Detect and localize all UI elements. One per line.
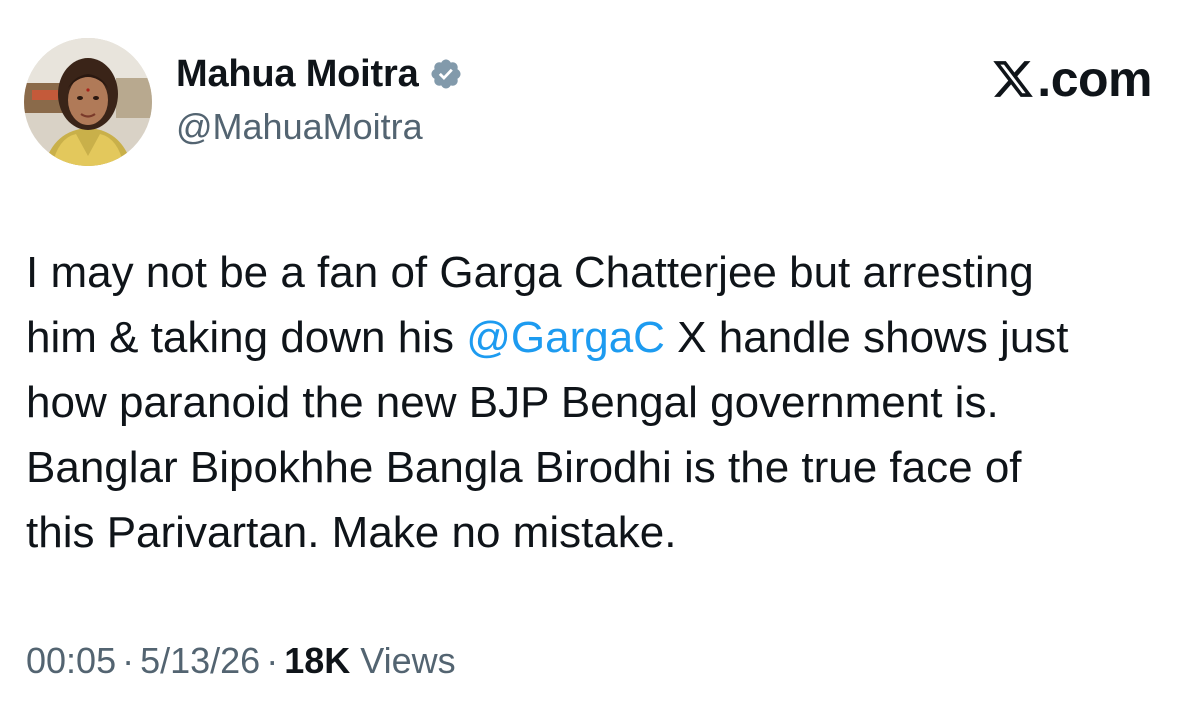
tweet-line: how paranoid the new BJP Bengal governme… — [26, 378, 999, 427]
tweet-meta: 00:05 · 5/13/26 · 18K Views — [26, 640, 456, 682]
tweet-line: him & taking down his @GargaC X handle s… — [26, 305, 1176, 370]
author-handle[interactable]: @MahuaMoitra — [176, 106, 463, 148]
tweet-date[interactable]: 5/13/26 — [140, 640, 260, 681]
brand-label: .com — [1037, 51, 1152, 107]
display-name[interactable]: Mahua Moitra — [176, 53, 419, 96]
mention-link[interactable]: @GargaC — [466, 313, 665, 362]
avatar[interactable] — [24, 38, 152, 166]
verified-badge-icon — [429, 57, 463, 91]
tweet-time[interactable]: 00:05 — [26, 640, 116, 681]
x-logo-icon — [991, 57, 1035, 101]
author-info: Mahua Moitra @MahuaMoitra — [176, 52, 463, 148]
tweet-header: Mahua Moitra @MahuaMoitra .com — [24, 38, 1176, 168]
tweet-line: this Parivartan. Make no mistake. — [26, 508, 677, 557]
name-row: Mahua Moitra — [176, 52, 463, 96]
views-label: Views — [360, 640, 456, 681]
meta-separator: · — [266, 640, 279, 681]
brand-watermark: .com — [991, 51, 1152, 107]
avatar-photo — [24, 38, 152, 166]
meta-separator: · — [122, 640, 135, 681]
tweet-line: I may not be a fan of Garga Chatterjee b… — [26, 248, 1034, 297]
views-count: 18K — [284, 640, 351, 681]
tweet-text-fragment: him & taking down his — [26, 313, 467, 362]
tweet-text-fragment: X handle shows just — [664, 313, 1069, 362]
tweet-text: I may not be a fan of Garga Chatterjee b… — [26, 240, 1176, 565]
tweet-line: Banglar Bipokhhe Bangla Birodhi is the t… — [26, 443, 1022, 492]
